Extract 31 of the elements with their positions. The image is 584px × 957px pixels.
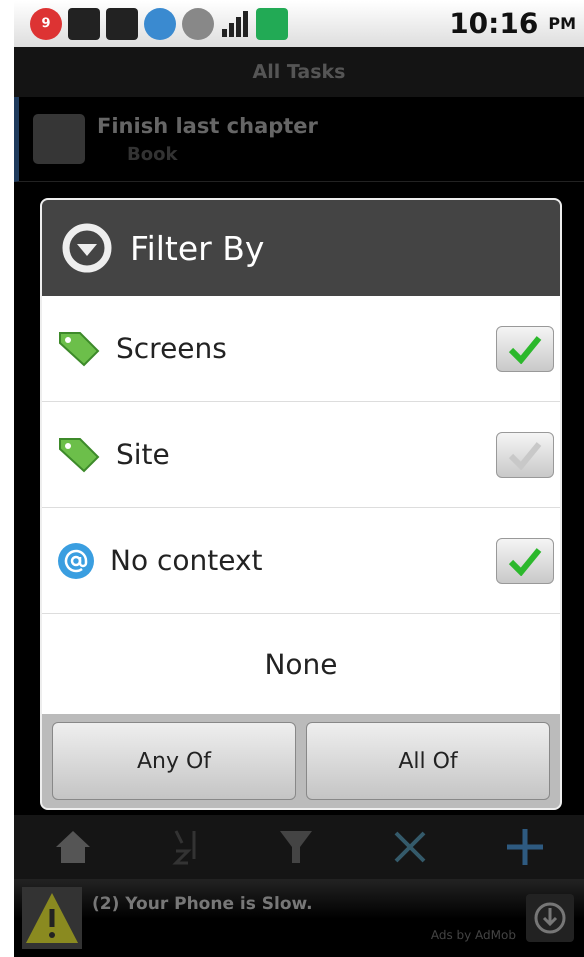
task-title: Finish last chapter (97, 114, 319, 138)
plus-icon[interactable] (505, 827, 546, 867)
option-checkbox[interactable] (496, 432, 554, 478)
none-option[interactable]: None (42, 614, 560, 714)
clock-time: 10:16 (449, 7, 538, 40)
at-sign-icon (56, 540, 96, 580)
option-checkbox[interactable] (496, 326, 554, 372)
screen-title: All Tasks (252, 61, 346, 83)
download-icon[interactable] (526, 894, 574, 942)
dialog-title: Filter By (130, 228, 264, 268)
checkmark-icon (507, 334, 543, 364)
close-icon[interactable] (392, 829, 428, 865)
option-label: No context (110, 544, 264, 577)
filter-option[interactable]: Site (42, 402, 560, 508)
task-checkbox[interactable] (33, 114, 85, 164)
filter-option[interactable]: Screens (42, 296, 560, 402)
checkmark-icon (507, 440, 543, 470)
filter-option[interactable]: No context (42, 508, 560, 614)
ad-text: (2) Your Phone is Slow. (92, 894, 314, 914)
notification-count-badge: 9 (30, 8, 62, 40)
option-label: Screens (116, 332, 228, 365)
dialog-button[interactable]: All Of (306, 722, 550, 800)
signal-icon (220, 8, 250, 38)
dialog-button[interactable]: Any Of (52, 722, 296, 800)
dropdown-circle-icon (62, 223, 112, 273)
warning-icon (22, 887, 82, 949)
option-checkbox[interactable] (496, 538, 554, 584)
option-label: Site (116, 438, 171, 471)
ad-credit: Ads by AdMob (430, 928, 516, 942)
checkmark-icon (507, 546, 543, 576)
clock-meridiem: PM (548, 14, 576, 33)
